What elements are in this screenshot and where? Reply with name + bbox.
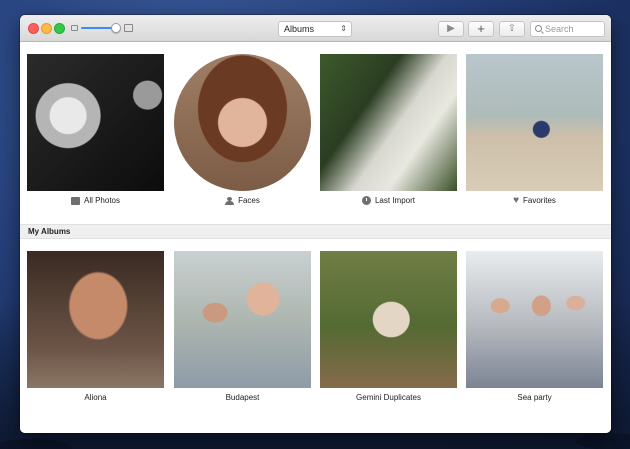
chevron-updown-icon: ⇕ [340,24,347,33]
maximize-button[interactable] [54,23,65,34]
album-thumbnail[interactable] [27,251,164,388]
zoom-out-icon [71,25,78,31]
album-thumbnail[interactable] [466,251,603,388]
album-label: Sea party [517,393,552,402]
zoom-slider-track[interactable] [81,27,115,29]
album-caption: Last Import [320,195,457,206]
plus-icon: + [477,21,485,36]
album-thumbnail[interactable] [27,54,164,191]
album-budapest[interactable]: Budapest [174,251,311,403]
share-button[interactable]: ⇪ [499,21,525,37]
album-thumbnail[interactable] [320,54,457,191]
play-icon: ▶ [447,23,455,34]
add-button[interactable]: + [468,21,494,37]
photos-window: Albums ⇕ ▶ + ⇪ Search All Photos Faces L… [20,15,611,433]
album-gemini-duplicates[interactable]: Gemini Duplicates [320,251,457,403]
search-placeholder: Search [545,24,574,34]
album-label: Favorites [523,196,556,205]
minimize-button[interactable] [41,23,52,34]
album-label: All Photos [83,196,121,205]
album-label: Budapest [225,393,260,402]
album-label: Gemini Duplicates [356,393,421,402]
album-caption: Sea party [466,392,603,403]
zoom-slider-knob[interactable] [111,23,121,33]
album-label: Aliona [84,393,107,402]
view-selector[interactable]: Albums ⇕ [278,21,352,37]
heart-icon: ♥ [513,195,520,206]
album-favorites[interactable]: ♥ Favorites [466,54,603,206]
album-thumbnail[interactable] [174,54,311,191]
view-selector-label: Albums [284,24,315,34]
album-caption: All Photos [27,195,164,206]
albums-grid: All Photos Faces Last Import ♥ Favorites… [20,43,611,433]
toolbar: Albums ⇕ ▶ + ⇪ Search [20,15,611,42]
album-aliona[interactable]: Aliona [27,251,164,403]
album-all-photos[interactable]: All Photos [27,54,164,206]
album-sea-party[interactable]: Sea party [466,251,603,403]
album-caption: ♥ Favorites [466,195,603,206]
album-last-import[interactable]: Last Import [320,54,457,206]
person-icon [225,196,235,205]
album-caption: Aliona [27,392,164,403]
album-thumbnail[interactable] [466,54,603,191]
search-field[interactable]: Search [530,21,605,37]
section-header: My Albums [20,224,611,239]
album-caption: Budapest [174,392,311,403]
album-thumbnail[interactable] [174,251,311,388]
clock-icon [361,196,371,205]
album-faces[interactable]: Faces [174,54,311,206]
face-photo [174,54,311,191]
album-label: Faces [238,196,260,205]
zoom-in-icon [124,24,133,32]
album-thumbnail[interactable] [320,251,457,388]
album-caption: Gemini Duplicates [320,392,457,403]
close-button[interactable] [28,23,39,34]
photos-icon [70,196,80,205]
slideshow-button[interactable]: ▶ [438,21,464,37]
share-icon: ⇪ [507,23,517,34]
album-caption: Faces [174,195,311,206]
album-label: Last Import [374,196,415,205]
search-icon [535,25,542,32]
